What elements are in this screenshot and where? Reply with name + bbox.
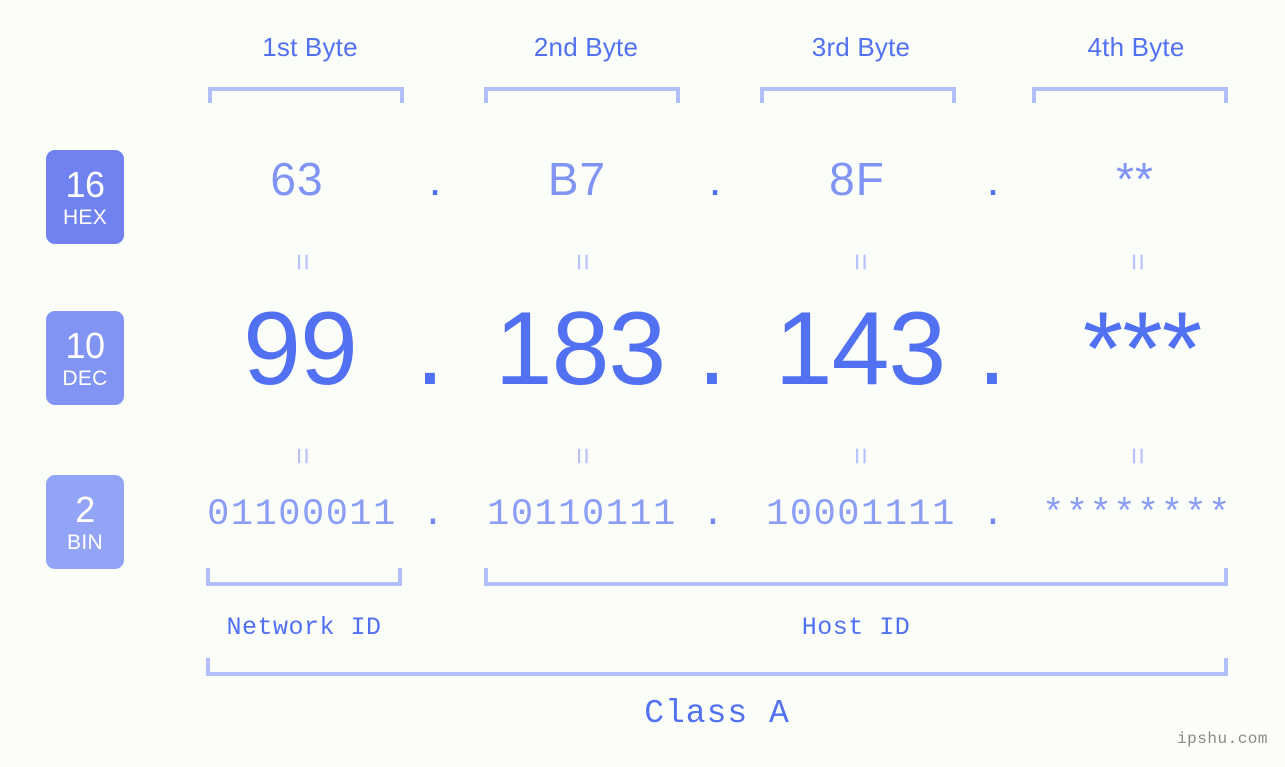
- base-badge-hex-label: HEX: [62, 205, 108, 229]
- base-badge-dec: 10 DEC: [46, 311, 124, 405]
- byte-header-2: 2nd Byte: [533, 32, 639, 62]
- bin-byte-2: 10110111: [487, 494, 677, 536]
- base-badge-bin-label: BIN: [67, 530, 103, 554]
- host-id-label: Host ID: [801, 613, 911, 642]
- byte-header-1: 1st Byte: [262, 32, 358, 62]
- byte-bracket-3: [760, 87, 956, 103]
- class-label: Class A: [644, 695, 790, 732]
- dec-separator-3: .: [977, 291, 1007, 407]
- hex-separator-1: .: [428, 153, 442, 205]
- bin-byte-1: 01100011: [207, 494, 397, 536]
- byte-bracket-2: [484, 87, 680, 103]
- equals-connector-dec-bin-3: =: [844, 447, 877, 465]
- base-badge-hex-number: 16: [65, 163, 105, 205]
- equals-connector-dec-bin-4: =: [1121, 447, 1154, 465]
- network-id-bracket: [206, 568, 402, 586]
- byte-header-3: 3rd Byte: [811, 32, 911, 62]
- byte-bracket-4: [1032, 87, 1228, 103]
- hex-separator-3: .: [986, 153, 1000, 205]
- hex-separator-2: .: [708, 153, 722, 205]
- bin-separator-3: .: [981, 494, 1005, 536]
- bin-byte-3: 10001111: [766, 494, 956, 536]
- host-id-bracket: [484, 568, 1228, 586]
- dec-separator-2: .: [697, 291, 727, 407]
- bin-separator-1: .: [421, 494, 445, 536]
- bin-byte-4: ********: [1042, 494, 1232, 536]
- byte-bracket-1: [208, 87, 404, 103]
- site-watermark: ipshu.com: [1177, 730, 1268, 748]
- byte-header-4: 4th Byte: [1087, 32, 1185, 62]
- equals-connector-dec-bin-2: =: [566, 447, 599, 465]
- class-bracket: [206, 658, 1228, 676]
- dec-separator-1: .: [415, 291, 445, 407]
- base-badge-hex: 16 HEX: [46, 150, 124, 244]
- ip-address-breakdown-diagram: 1st Byte 2nd Byte 3rd Byte 4th Byte 16 H…: [0, 0, 1285, 767]
- equals-connector-dec-bin-1: =: [286, 447, 319, 465]
- base-badge-bin-number: 2: [75, 488, 95, 530]
- network-id-label: Network ID: [226, 613, 382, 642]
- base-badge-bin: 2 BIN: [46, 475, 124, 569]
- bin-separator-2: .: [701, 494, 725, 536]
- base-badge-dec-number: 10: [65, 324, 105, 366]
- base-badge-dec-label: DEC: [62, 366, 108, 390]
